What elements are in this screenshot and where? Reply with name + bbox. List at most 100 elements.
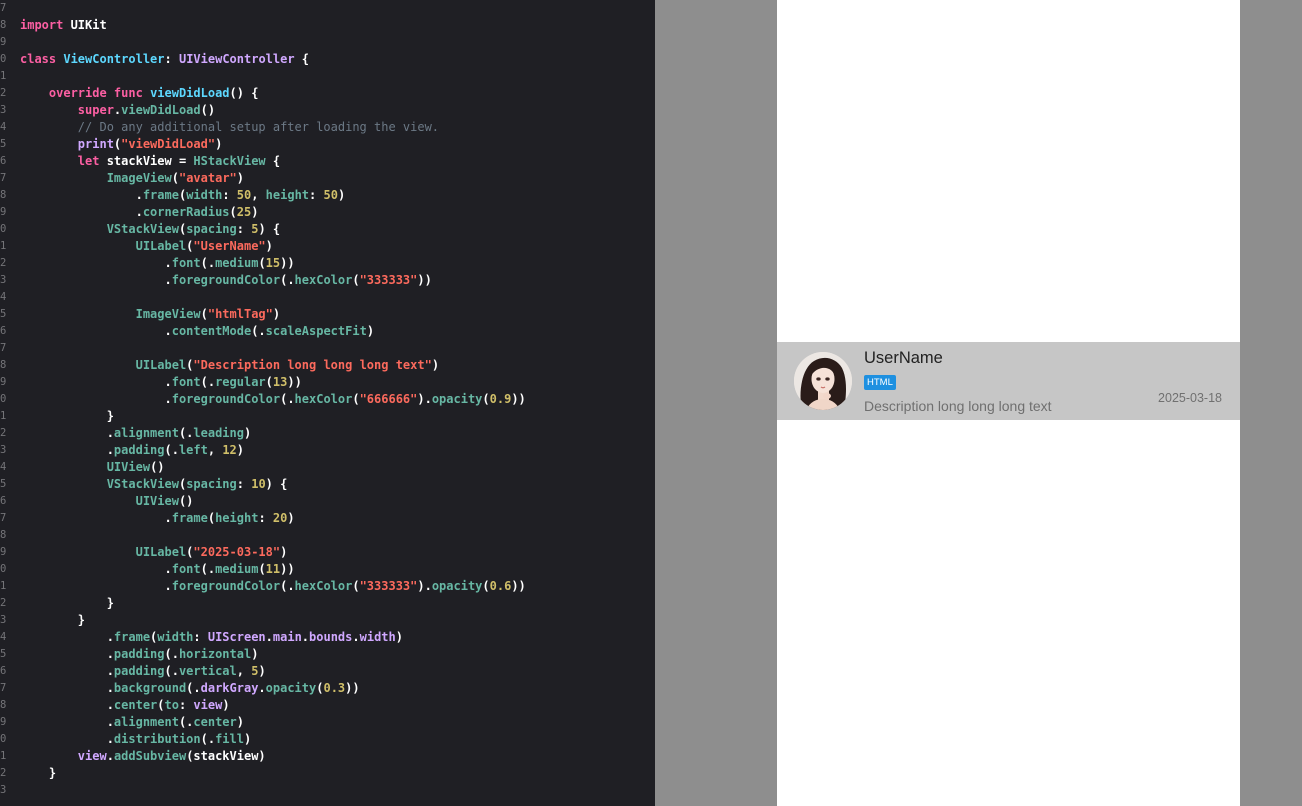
code-token: ): [431, 358, 440, 372]
code-token: .: [352, 630, 360, 644]
line-number: 9: [0, 36, 7, 48]
code-line[interactable]: 1 view.addSubview(stackView): [0, 748, 655, 765]
code-token: .: [20, 375, 172, 389]
code-token: :: [258, 511, 273, 525]
code-line[interactable]: 9 .cornerRadius(25): [0, 204, 655, 221]
code-token: (.: [178, 426, 194, 440]
code-token: hexColor: [294, 579, 353, 593]
code-token: ): [272, 307, 281, 321]
code-line[interactable]: 4: [0, 289, 655, 306]
code-token: .: [20, 664, 114, 678]
code-token: foregroundColor: [171, 392, 281, 406]
code-line[interactable]: 1: [0, 68, 655, 85]
code-token: foregroundColor: [171, 273, 281, 287]
code-line[interactable]: 5 print("viewDidLoad"): [0, 136, 655, 153]
line-number: 8: [0, 189, 7, 201]
simulator-backdrop-right: [1240, 0, 1302, 806]
code-line[interactable]: 2 override func viewDidLoad() {: [0, 85, 655, 102]
code-text: .foregroundColor(.hexColor("333333").opa…: [20, 578, 525, 595]
code-line[interactable]: 6 let stackView = HStackView {: [0, 153, 655, 170]
code-line[interactable]: 3 }: [0, 612, 655, 629]
code-token: .: [301, 630, 310, 644]
avatar-portrait-icon: [794, 352, 852, 410]
code-line[interactable]: 0 class ViewController: UIViewController …: [0, 51, 655, 68]
code-token: medium: [215, 256, 259, 270]
code-line[interactable]: 8 import UIKit: [0, 17, 655, 34]
line-number: 5: [0, 138, 7, 150]
code-line[interactable]: 4 UIView(): [0, 459, 655, 476]
code-line[interactable]: 0 VStackView(spacing: 5) {: [0, 221, 655, 238]
code-token: .: [20, 443, 114, 457]
code-line[interactable]: 4 // Do any additional setup after loadi…: [0, 119, 655, 136]
code-line[interactable]: 1 }: [0, 408, 655, 425]
code-token: {: [265, 154, 281, 168]
code-token: 12: [222, 443, 237, 457]
code-line[interactable]: 5 VStackView(spacing: 10) {: [0, 476, 655, 493]
code-line[interactable]: 7: [0, 340, 655, 357]
code-line[interactable]: 8 UILabel("Description long long long te…: [0, 357, 655, 374]
code-line[interactable]: 1 .foregroundColor(.hexColor("333333").o…: [0, 578, 655, 595]
code-token: .: [20, 681, 114, 695]
code-line[interactable]: 3 .foregroundColor(.hexColor("333333")): [0, 272, 655, 289]
code-line[interactable]: 9 .font(.regular(13)): [0, 374, 655, 391]
code-line[interactable]: 0 .font(.medium(11)): [0, 561, 655, 578]
code-line[interactable]: 3: [0, 782, 655, 799]
code-text: ImageView("avatar"): [20, 170, 244, 187]
code-line[interactable]: 2 }: [0, 595, 655, 612]
code-editor[interactable]: 7 8 import UIKit 9 0 class ViewController: UI…: [0, 0, 655, 806]
code-token: (: [258, 256, 266, 270]
code-line[interactable]: 5 ImageView("htmlTag"): [0, 306, 655, 323]
code-text: let stackView = HStackView {: [20, 153, 280, 170]
code-line[interactable]: 6 UIView(): [0, 493, 655, 510]
code-line[interactable]: 0 .foregroundColor(.hexColor("666666").o…: [0, 391, 655, 408]
code-line[interactable]: 0 .distribution(.fill): [0, 731, 655, 748]
code-text: }: [20, 612, 85, 629]
code-line[interactable]: 9 UILabel("2025-03-18"): [0, 544, 655, 561]
code-line[interactable]: 3 .padding(.left, 12): [0, 442, 655, 459]
code-line[interactable]: 7: [0, 0, 655, 17]
code-text: .foregroundColor(.hexColor("666666").opa…: [20, 391, 525, 408]
code-token: (: [352, 392, 360, 406]
code-token: "UserName": [193, 239, 266, 253]
code-line[interactable]: 1 UILabel("UserName"): [0, 238, 655, 255]
code-line[interactable]: 9: [0, 34, 655, 51]
code-token: .: [20, 511, 172, 525]
code-token: )): [345, 681, 360, 695]
code-token: () {: [229, 86, 259, 100]
code-line[interactable]: 8: [0, 527, 655, 544]
code-line[interactable]: 2 .alignment(.leading): [0, 425, 655, 442]
line-number: 7: [0, 172, 7, 184]
code-token: :: [236, 477, 252, 491]
code-line[interactable]: 8 .frame(width: 50, height: 50): [0, 187, 655, 204]
code-token: ).: [417, 579, 432, 593]
code-token: .: [20, 647, 114, 661]
line-number: 4: [0, 631, 7, 643]
code-line[interactable]: 2 .font(.medium(15)): [0, 255, 655, 272]
code-token: darkGray: [200, 681, 259, 695]
code-token: (.: [164, 647, 179, 661]
code-line[interactable]: 7 .background(.darkGray.opacity(0.3)): [0, 680, 655, 697]
code-token: "avatar": [178, 171, 237, 185]
code-line[interactable]: 8 .center(to: view): [0, 697, 655, 714]
code-line[interactable]: 6 .padding(.vertical, 5): [0, 663, 655, 680]
code-line[interactable]: 2 }: [0, 765, 655, 782]
code-line[interactable]: 4 .frame(width: UIScreen.main.bounds.wid…: [0, 629, 655, 646]
code-text: .contentMode(.scaleAspectFit): [20, 323, 374, 340]
code-line[interactable]: 5 .padding(.horizontal): [0, 646, 655, 663]
code-line[interactable]: 3 super.viewDidLoad(): [0, 102, 655, 119]
code-line[interactable]: 6 .contentMode(.scaleAspectFit): [0, 323, 655, 340]
code-line[interactable]: 9 .alignment(.center): [0, 714, 655, 731]
code-token: ImageView: [135, 307, 201, 321]
code-token: .: [20, 256, 172, 270]
code-token: .: [265, 630, 273, 644]
code-token: ): [265, 239, 273, 253]
code-line[interactable]: 7 ImageView("avatar"): [0, 170, 655, 187]
code-token: padding: [113, 443, 165, 457]
code-token: (.: [280, 392, 295, 406]
code-token: (.: [200, 732, 216, 746]
code-line[interactable]: 7 .frame(height: 20): [0, 510, 655, 527]
line-number: 7: [0, 2, 7, 14]
line-number: 1: [0, 70, 7, 82]
